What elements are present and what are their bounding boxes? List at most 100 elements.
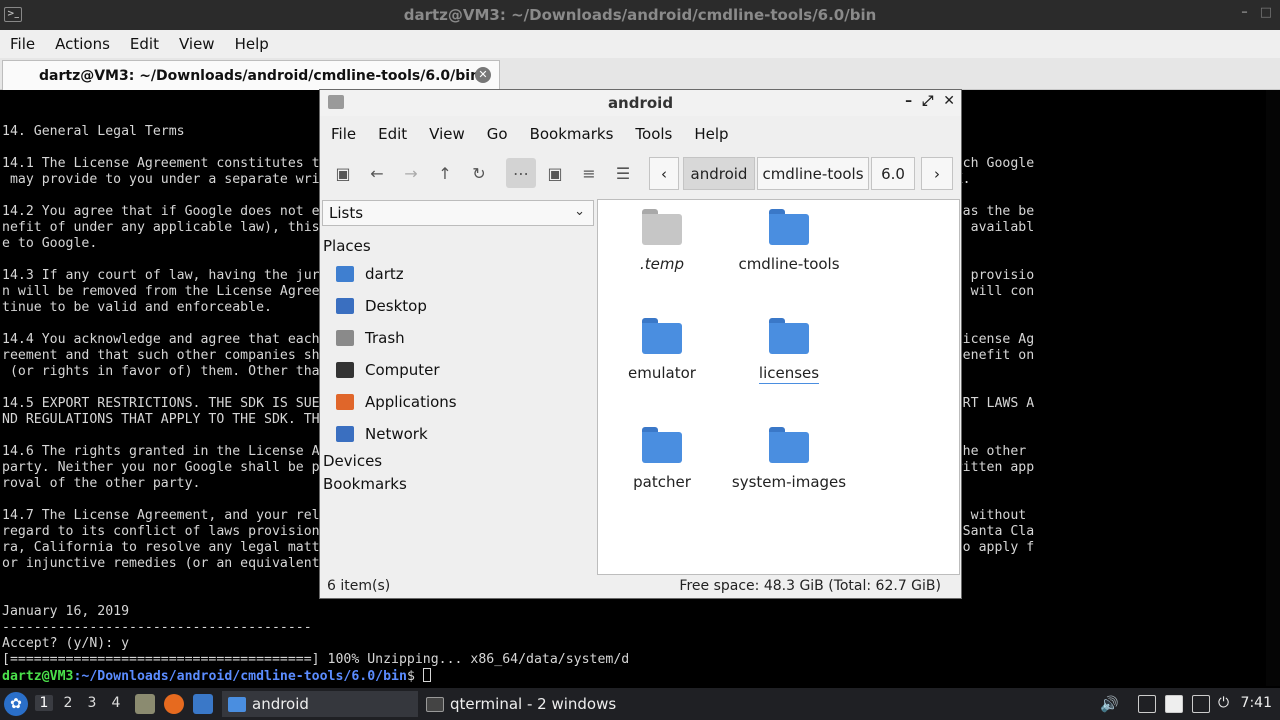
path-segment-6-0[interactable]: 6.0: [871, 157, 915, 190]
place-label: Applications: [365, 393, 457, 411]
devices-heading[interactable]: Devices: [323, 452, 382, 470]
fm-menu-help[interactable]: Help: [683, 125, 739, 143]
path-segment-cmdline-tools[interactable]: cmdline-tools: [757, 157, 869, 190]
terminal-prompt-line: dartz@VM3:~/Downloads/android/cmdline-to…: [2, 668, 1266, 685]
places-heading[interactable]: Places: [323, 237, 371, 255]
task-android[interactable]: android: [222, 691, 418, 717]
folder-icon: [642, 427, 682, 463]
terminal-line: January 16, 2019: [2, 604, 130, 619]
path-scroll-left-icon[interactable]: ‹: [649, 157, 679, 190]
place-desktop[interactable]: Desktop: [336, 293, 427, 319]
terminal-tab-label: dartz@VM3: ~/Downloads/android/cmdline-t…: [39, 67, 481, 84]
place-trash[interactable]: Trash: [336, 325, 405, 351]
terminal-tabbar: dartz@VM3: ~/Downloads/android/cmdline-t…: [0, 58, 1280, 90]
place-computer[interactable]: Computer: [336, 357, 440, 383]
workspace-3[interactable]: 3: [83, 695, 101, 711]
file-item[interactable]: patcher: [602, 427, 722, 491]
fm-menu-go[interactable]: Go: [476, 125, 519, 143]
place-applications[interactable]: Applications: [336, 389, 457, 415]
bookmarks-heading[interactable]: Bookmarks: [323, 475, 407, 493]
chevron-down-icon: ⌄: [574, 204, 585, 219]
terminal-line: ---------------------------------------: [2, 620, 312, 635]
place-label: Desktop: [365, 297, 427, 315]
home-folder-icon: [336, 266, 354, 282]
minimize-icon[interactable]: –: [1241, 5, 1248, 20]
file-label: patcher: [633, 473, 691, 491]
file-label: system-images: [731, 473, 847, 491]
file-manager-window: android – ⤢ ✕ File Edit View Go Bookmark…: [319, 89, 962, 599]
side-pane-mode-select[interactable]: Lists ⌄: [322, 200, 594, 226]
status-item-count: 6 item(s): [327, 578, 391, 594]
fm-menu-file[interactable]: File: [320, 125, 367, 143]
fm-menu-tools[interactable]: Tools: [624, 125, 683, 143]
desktop: >_ dartz@VM3: ~/Downloads/android/cmdlin…: [0, 0, 1280, 720]
terminal-line: Accept? (y/N): y: [2, 636, 130, 651]
task-android-label: android: [252, 695, 309, 713]
keyboard-icon[interactable]: [1138, 695, 1156, 713]
file-item[interactable]: .temp: [602, 209, 722, 273]
workspace-1[interactable]: 1: [35, 695, 53, 711]
file-label: emulator: [628, 364, 696, 382]
clipboard-icon[interactable]: [1165, 695, 1183, 713]
close-icon[interactable]: ✕: [943, 93, 955, 109]
file-item[interactable]: cmdline-tools: [729, 209, 849, 273]
detailed-list-view-icon[interactable]: ☰: [608, 158, 638, 188]
up-arrow-icon[interactable]: ↑: [430, 158, 460, 188]
file-manager-menubar: File Edit View Go Bookmarks Tools Help: [320, 120, 740, 148]
thumbnail-view-icon[interactable]: ▣: [540, 158, 570, 188]
file-manager-launcher-icon[interactable]: [135, 694, 155, 714]
workspace-4[interactable]: 4: [107, 695, 125, 711]
volume-icon[interactable]: 🔊: [1100, 695, 1119, 713]
file-item[interactable]: licenses: [729, 318, 849, 384]
place-network[interactable]: Network: [336, 421, 428, 447]
clock[interactable]: 7:41: [1241, 695, 1272, 711]
terminal-menu-view[interactable]: View: [169, 35, 225, 53]
fm-menu-edit[interactable]: Edit: [367, 125, 418, 143]
firefox-icon[interactable]: [164, 694, 184, 714]
path-segment-android[interactable]: android: [683, 157, 755, 190]
terminal-window-controls: – □: [1241, 5, 1272, 20]
show-desktop-icon[interactable]: [193, 694, 213, 714]
folder-icon: [642, 209, 682, 245]
file-view[interactable]: .temp cmdline-tools emulator licenses patche…: [597, 199, 960, 575]
maximize-icon[interactable]: ⤢: [922, 93, 933, 109]
power-icon[interactable]: ⏻: [1218, 695, 1236, 713]
file-manager-titlebar[interactable]: android – ⤢ ✕: [320, 90, 961, 116]
fm-menu-view[interactable]: View: [418, 125, 476, 143]
maximize-icon[interactable]: □: [1260, 5, 1272, 20]
terminal-scrollbar[interactable]: [1266, 90, 1280, 686]
terminal-menubar: File Actions Edit View Help: [0, 30, 1280, 58]
path-scroll-right-icon[interactable]: ›: [921, 157, 953, 190]
file-item[interactable]: system-images: [729, 427, 849, 491]
terminal-menu-edit[interactable]: Edit: [120, 35, 169, 53]
fm-menu-bookmarks[interactable]: Bookmarks: [519, 125, 625, 143]
place-dartz[interactable]: dartz: [336, 261, 404, 287]
terminal-menu-actions[interactable]: Actions: [45, 35, 120, 53]
file-item[interactable]: emulator: [602, 318, 722, 382]
terminal-icon: [426, 696, 444, 712]
terminal-menu-file[interactable]: File: [0, 35, 45, 53]
workspace-2[interactable]: 2: [59, 695, 77, 711]
place-label: Network: [365, 425, 428, 443]
desktop-icon: [336, 298, 354, 314]
compact-view-icon[interactable]: ≡: [574, 158, 604, 188]
folder-icon: [769, 427, 809, 463]
trash-icon: [336, 330, 354, 346]
task-qterminal[interactable]: qterminal - 2 windows: [420, 691, 650, 717]
reload-icon[interactable]: ↻: [464, 158, 494, 188]
status-bar: 6 item(s) Free space: 48.3 GiB (Total: 6…: [320, 578, 961, 598]
close-tab-icon[interactable]: ✕: [475, 67, 491, 83]
new-tab-icon[interactable]: ▣: [328, 158, 358, 188]
status-free-space: Free space: 48.3 GiB (Total: 62.7 GiB): [679, 578, 941, 594]
minimize-icon[interactable]: –: [905, 93, 912, 109]
start-menu-icon[interactable]: ✿: [4, 692, 28, 716]
terminal-titlebar[interactable]: >_ dartz@VM3: ~/Downloads/android/cmdlin…: [0, 0, 1280, 30]
forward-arrow-icon[interactable]: →: [396, 158, 426, 188]
terminal-line: [======================================]…: [2, 652, 630, 667]
back-arrow-icon[interactable]: ←: [362, 158, 392, 188]
terminal-tab[interactable]: dartz@VM3: ~/Downloads/android/cmdline-t…: [2, 60, 500, 90]
folder-icon: [769, 209, 809, 245]
terminal-menu-help[interactable]: Help: [225, 35, 279, 53]
display-icon[interactable]: [1192, 695, 1210, 713]
icon-view-icon[interactable]: ⋯: [506, 158, 536, 188]
